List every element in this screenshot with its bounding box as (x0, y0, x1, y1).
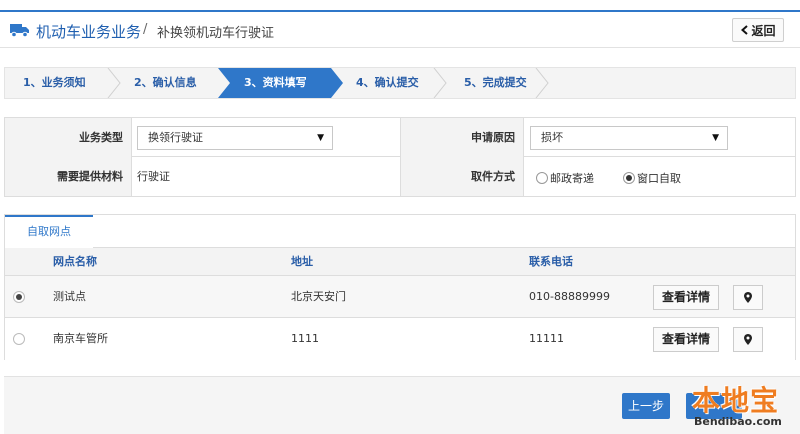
back-button[interactable]: 返回 (732, 18, 784, 42)
step-4[interactable]: 4、确认提交 (356, 68, 419, 98)
divider (131, 118, 132, 157)
step-divider (535, 68, 549, 98)
chevron-left-icon (741, 25, 749, 35)
view-details-button[interactable]: 查看详情 (653, 285, 719, 310)
divider (131, 157, 132, 196)
form-row: 业务类型 换领行驶证 ▼ 申请原因 损坏 ▼ (5, 118, 795, 157)
map-marker-button[interactable] (733, 285, 763, 310)
map-marker-icon (744, 334, 752, 345)
page: 机动车业务业务 / 补换领机动车行驶证 返回 1、业务须知 2、确认信息 3、资… (0, 0, 800, 434)
table-row[interactable]: 测试点 北京天安门 010-88889999 查看详情 (5, 276, 795, 318)
step-3-active[interactable]: 3、资料填写 (244, 68, 307, 98)
map-marker-icon (744, 292, 752, 303)
footer-bar: 上一步 本地宝 Bendibao.com (4, 376, 800, 434)
divider (523, 157, 524, 196)
table-row[interactable]: 南京车管所 1111 11111 查看详情 (5, 318, 795, 360)
business-type-select[interactable]: 换领行驶证 ▼ (137, 126, 333, 150)
caret-down-icon: ▼ (712, 133, 719, 143)
radio-button-checked[interactable] (623, 172, 635, 184)
point-phone: 11111 (529, 332, 564, 345)
divider (523, 118, 524, 157)
previous-step-button[interactable]: 上一步 (622, 393, 670, 419)
step-2[interactable]: 2、确认信息 (134, 68, 197, 98)
map-marker-button[interactable] (733, 327, 763, 352)
pickup-option-label: 窗口自取 (637, 172, 681, 185)
row-radio[interactable] (13, 333, 25, 345)
application-form: 业务类型 换领行驶证 ▼ 申请原因 损坏 ▼ 需要提供材料 行驶证 取件方式 邮 (4, 117, 796, 197)
reason-select[interactable]: 损坏 ▼ (530, 126, 728, 150)
business-type-value: 换领行驶证 (148, 131, 203, 144)
reason-value: 损坏 (541, 131, 563, 144)
truck-icon (10, 24, 29, 37)
caret-down-icon: ▼ (317, 133, 324, 143)
pickup-method-label: 取件方式 (401, 157, 523, 196)
column-header-phone: 联系电话 (529, 255, 573, 268)
point-address: 北京天安门 (291, 290, 346, 303)
radio-button[interactable] (536, 172, 548, 184)
watermark-logo: 本地宝 Bendibao.com (690, 379, 800, 433)
step-5[interactable]: 5、完成提交 (464, 68, 527, 98)
point-name: 测试点 (53, 290, 86, 303)
tab-bar: 自取网点 (5, 215, 795, 248)
page-subtitle: 补换领机动车行驶证 (157, 26, 275, 41)
page-header: 机动车业务业务 / 补换领机动车行驶证 返回 (0, 10, 800, 48)
business-type-label: 业务类型 (5, 118, 131, 157)
step-divider (433, 68, 447, 98)
materials-label: 需要提供材料 (5, 157, 131, 196)
step-1[interactable]: 1、业务须知 (23, 68, 86, 98)
tab-pickup-points[interactable]: 自取网点 (5, 215, 93, 248)
pickup-option-mail[interactable]: 邮政寄递 (536, 170, 594, 186)
reason-label: 申请原因 (401, 118, 523, 157)
watermark-url: Bendibao.com (694, 415, 782, 428)
column-header-name: 网点名称 (53, 255, 97, 268)
form-row: 需要提供材料 行驶证 取件方式 邮政寄递 窗口自取 (5, 157, 795, 196)
pickup-points-panel: 自取网点 网点名称 地址 联系电话 测试点 北京天安门 010-88889999… (4, 214, 796, 360)
step-progress-bar: 1、业务须知 2、确认信息 3、资料填写 4、确认提交 5、完成提交 (4, 67, 796, 99)
watermark-text: 本地宝 (692, 384, 780, 417)
point-name: 南京车管所 (53, 332, 108, 345)
row-radio-selected[interactable] (13, 291, 25, 303)
step-divider (107, 68, 121, 98)
pickup-option-label: 邮政寄递 (550, 172, 594, 185)
view-details-button[interactable]: 查看详情 (653, 327, 719, 352)
page-title: 机动车业务业务 (36, 23, 142, 41)
pickup-option-window[interactable]: 窗口自取 (623, 170, 681, 186)
materials-value: 行驶证 (137, 170, 170, 183)
point-address: 1111 (291, 332, 319, 345)
column-header-address: 地址 (291, 255, 313, 268)
table-header: 网点名称 地址 联系电话 (5, 248, 795, 276)
back-button-label: 返回 (751, 23, 776, 38)
point-phone: 010-88889999 (529, 290, 610, 303)
breadcrumb-separator: / (143, 22, 148, 37)
